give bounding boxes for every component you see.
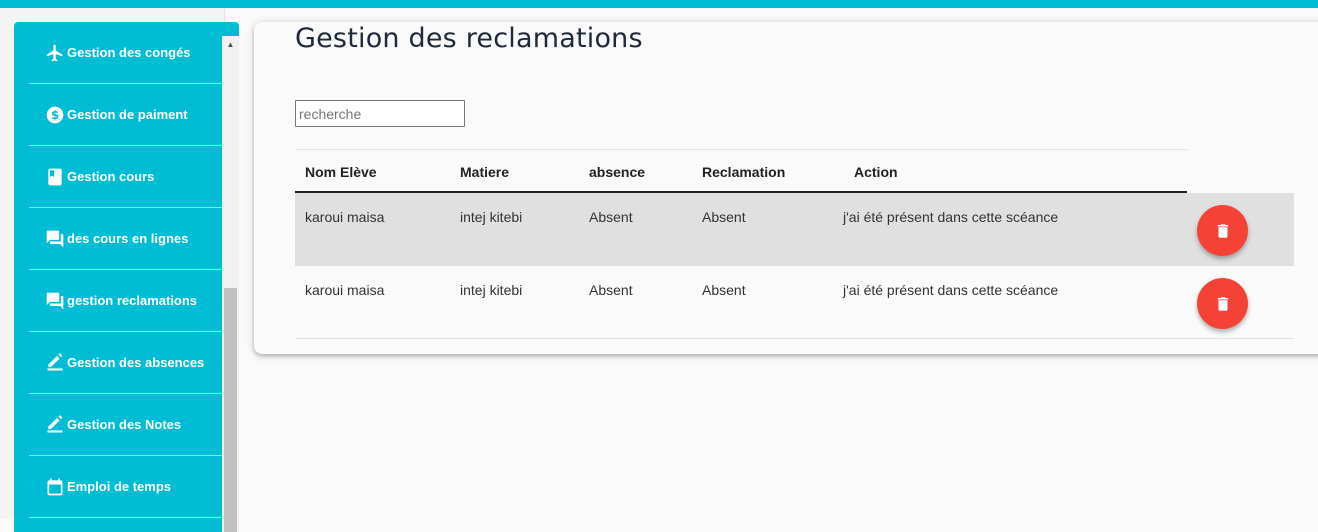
sidebar-item-label: Gestion des Notes — [67, 417, 182, 432]
sidebar-item-label: Emploi de temps — [67, 479, 172, 494]
cell-action: j'ai été présent dans cette scéance — [843, 209, 1059, 225]
sidebar-item-paiment[interactable]: $ Gestion de paiment — [29, 84, 222, 146]
cell-action: j'ai été présent dans cette scéance — [843, 282, 1059, 298]
sidebar-item-cours-en-lignes[interactable]: des cours en lignes — [29, 208, 222, 270]
cell-matiere: intej kitebi — [460, 282, 523, 298]
header-absence: absence — [589, 164, 646, 180]
top-bar — [0, 0, 1318, 8]
sidebar-item-cours[interactable]: Gestion cours — [29, 146, 222, 208]
trash-icon — [1217, 296, 1228, 311]
scroll-thumb[interactable] — [224, 288, 237, 532]
delete-button[interactable] — [1197, 278, 1248, 329]
sidebar-item-reclamations[interactable]: gestion reclamations — [29, 270, 222, 332]
sidebar-item-label: Gestion de paiment — [67, 107, 188, 122]
sidebar-item-label: Gestion des absences — [67, 355, 205, 370]
scroll-up-icon[interactable]: ▲ — [222, 36, 239, 53]
sidebar-item-conges[interactable]: Gestion des congés — [29, 22, 222, 84]
table-row: karoui maisa intej kitebi Absent Absent … — [295, 193, 1294, 266]
page-title: Gestion des reclamations — [295, 23, 643, 54]
sidebar: Gestion des congés $ Gestion de paiment … — [14, 22, 239, 532]
delete-button[interactable] — [1197, 205, 1248, 256]
cell-matiere: intej kitebi — [460, 209, 523, 225]
sidebar-menu: Gestion des congés $ Gestion de paiment … — [29, 22, 222, 518]
sidebar-item-label: Gestion des congés — [67, 45, 191, 60]
table-header: Nom Elève Matiere absence Reclamation Ac… — [295, 149, 1187, 193]
forum-icon — [45, 291, 65, 311]
cell-nom: karoui maisa — [305, 282, 385, 298]
edit-icon — [45, 352, 65, 373]
dollar-icon: $ — [45, 105, 65, 125]
cell-reclamation: Absent — [702, 209, 746, 225]
sidebar-item-absences[interactable]: Gestion des absences — [29, 332, 222, 394]
trash-icon — [1217, 223, 1228, 238]
cell-reclamation: Absent — [702, 282, 746, 298]
search-input[interactable] — [295, 100, 465, 127]
airplane-icon — [45, 43, 65, 63]
sidebar-item-label: gestion reclamations — [67, 293, 198, 308]
sidebar-item-label: des cours en lignes — [67, 231, 189, 246]
calendar-icon — [45, 477, 65, 497]
svg-text:$: $ — [51, 108, 59, 122]
edit-icon — [45, 414, 65, 435]
book-icon — [45, 167, 65, 187]
sidebar-item-label: Gestion cours — [67, 169, 155, 184]
cell-nom: karoui maisa — [305, 209, 385, 225]
header-matiere: Matiere — [460, 164, 510, 180]
header-reclamation: Reclamation — [702, 164, 786, 180]
sidebar-item-notes[interactable]: Gestion des Notes — [29, 394, 222, 456]
cell-absence: Absent — [589, 282, 633, 298]
header-nom-eleve: Nom Elève — [305, 164, 377, 180]
reclamations-table: Nom Elève Matiere absence Reclamation Ac… — [295, 149, 1295, 339]
reclamations-card: Gestion des reclamations Nom Elève Matie… — [254, 22, 1318, 354]
forum-icon — [45, 229, 65, 249]
sidebar-item-emploi-de-temps[interactable]: Emploi de temps — [29, 456, 222, 518]
sidebar-scrollbar[interactable]: ▲ — [222, 36, 239, 532]
table-row: karoui maisa intej kitebi Absent Absent … — [295, 266, 1294, 339]
header-action: Action — [854, 164, 898, 180]
cell-absence: Absent — [589, 209, 633, 225]
